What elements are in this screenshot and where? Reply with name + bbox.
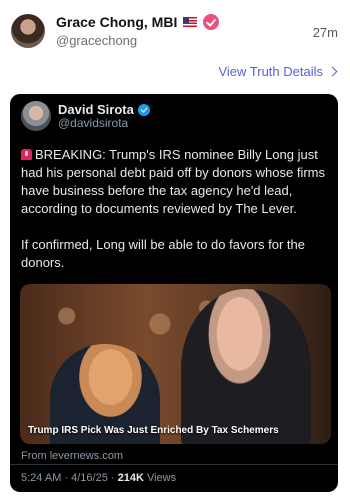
- author-handle[interactable]: @gracechong: [56, 33, 137, 48]
- post-header: Grace Chong, MBI @gracechong 27m: [0, 0, 350, 60]
- quoted-author-name[interactable]: David Sirota: [58, 102, 134, 117]
- divider: [10, 464, 338, 465]
- author-name[interactable]: Grace Chong, MBI: [56, 14, 177, 30]
- paragraph-text: BREAKING: Trump's IRS nominee Billy Long…: [21, 147, 325, 216]
- link-source[interactable]: From levernews.com: [21, 450, 123, 462]
- paragraph-text: If confirmed, Long will be able to do fa…: [21, 237, 305, 270]
- verified-badge-icon: [203, 14, 220, 30]
- us-flag-icon: [183, 17, 198, 27]
- details-link-label: View Truth Details: [218, 64, 323, 79]
- post-paragraph: If confirmed, Long will be able to do fa…: [21, 236, 333, 272]
- siren-icon: [21, 149, 32, 160]
- quoted-post-text: BREAKING: Trump's IRS nominee Billy Long…: [21, 146, 333, 290]
- quoted-post-card[interactable]: David Sirota @davidsirota BREAKING: Trum…: [10, 94, 338, 492]
- post-paragraph: BREAKING: Trump's IRS nominee Billy Long…: [21, 146, 333, 218]
- view-truth-details-link[interactable]: View Truth Details: [218, 64, 338, 79]
- quoted-author-handle[interactable]: @davidsirota: [58, 116, 128, 130]
- author-name-row: Grace Chong, MBI: [56, 14, 220, 30]
- verified-check-icon: [137, 103, 150, 116]
- link-preview-title: Trump IRS Pick Was Just Enriched By Tax …: [28, 425, 279, 436]
- quoted-author-name-row: David Sirota: [58, 102, 150, 117]
- post-timestamp: 5:24 AM · 4/16/25 ·: [21, 472, 118, 484]
- photo-subject-right: [181, 289, 311, 444]
- chevron-right-icon: [327, 66, 338, 77]
- views-count: 214K: [117, 472, 144, 484]
- post-meta: 5:24 AM · 4/16/25 · 214K Views: [21, 472, 176, 484]
- quoted-author-avatar[interactable]: [21, 101, 51, 131]
- views-label: Views: [143, 472, 177, 484]
- link-preview-image[interactable]: Trump IRS Pick Was Just Enriched By Tax …: [20, 284, 331, 444]
- post-time: 27m: [312, 25, 338, 40]
- author-avatar[interactable]: [11, 14, 45, 48]
